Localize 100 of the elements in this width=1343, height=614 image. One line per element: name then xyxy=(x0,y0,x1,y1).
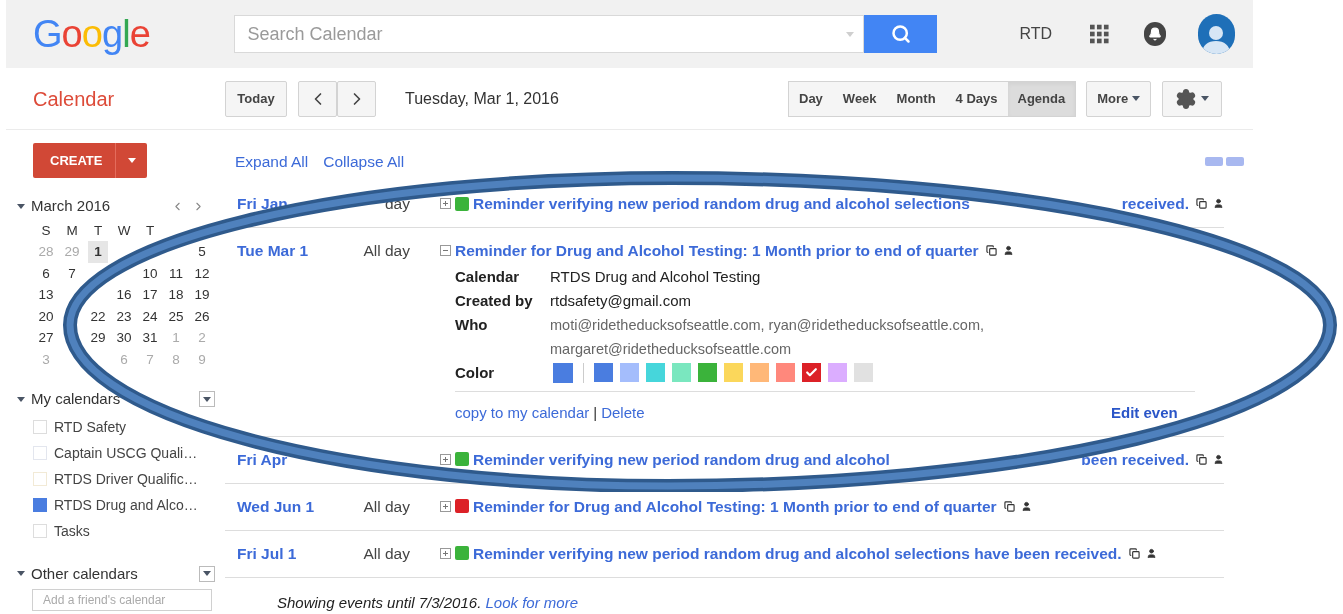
calendar-name[interactable]: Captain USCG Quali… xyxy=(54,442,198,464)
person-icon[interactable] xyxy=(1145,547,1157,559)
color-swatch[interactable] xyxy=(698,363,717,383)
color-swatch[interactable] xyxy=(672,363,691,383)
mini-calendar-day[interactable]: 19 xyxy=(194,284,210,306)
expand-icon[interactable] xyxy=(440,198,451,210)
person-icon[interactable] xyxy=(1002,245,1014,257)
expand-icon[interactable] xyxy=(440,500,451,512)
more-button[interactable]: More xyxy=(1086,80,1152,117)
calendar-name[interactable]: RTDS Driver Qualific… xyxy=(54,468,198,490)
mini-calendar-day[interactable]: 10 xyxy=(142,262,158,284)
event-date[interactable]: Fri Jul 1 xyxy=(237,544,297,562)
mini-calendar-day[interactable]: 30 xyxy=(116,327,132,349)
mini-calendar-day[interactable]: 23 xyxy=(116,305,132,327)
view-tab[interactable]: Day xyxy=(788,80,833,117)
mini-calendar-day[interactable]: 17 xyxy=(142,284,158,306)
apps-grid-icon[interactable] xyxy=(1090,24,1109,44)
link-separator: | xyxy=(593,403,598,423)
mini-calendar-day[interactable]: 12 xyxy=(194,262,210,284)
person-icon[interactable] xyxy=(1020,500,1032,512)
mini-calendar-day[interactable]: 25 xyxy=(168,305,184,327)
search-button[interactable] xyxy=(864,15,938,53)
event-title[interactable]: been received. xyxy=(1081,447,1189,471)
mini-calendar-day[interactable]: 27 xyxy=(38,327,54,349)
event-date[interactable]: Tue Mar 1 xyxy=(237,242,309,260)
collapse-icon[interactable] xyxy=(440,245,451,257)
color-swatch[interactable] xyxy=(646,363,665,383)
mini-calendar-day[interactable]: 26 xyxy=(194,305,210,327)
view-tab[interactable]: Agenda xyxy=(1007,80,1077,117)
options-button[interactable] xyxy=(199,565,215,582)
copy-icon[interactable] xyxy=(1003,500,1015,512)
section-title[interactable]: Other calendars xyxy=(31,562,199,585)
mini-calendar-day[interactable]: 24 xyxy=(142,305,158,327)
settings-icon xyxy=(1175,87,1198,110)
copy-icon[interactable] xyxy=(1196,198,1207,210)
mini-calendar-day[interactable]: 5 xyxy=(198,241,206,263)
expand-toggle-icon[interactable] xyxy=(1226,157,1244,167)
mini-calendar-day[interactable]: 18 xyxy=(168,284,184,306)
color-swatch[interactable] xyxy=(620,363,639,383)
mini-calendar-day[interactable]: 16 xyxy=(116,284,132,306)
calendar-name[interactable]: RTD Safety xyxy=(54,416,127,438)
options-button[interactable] xyxy=(199,391,215,408)
calendar-name[interactable]: Tasks xyxy=(54,520,90,542)
settings-button[interactable] xyxy=(1162,80,1223,117)
app-title: Calendar xyxy=(33,86,116,112)
weekday-label: T xyxy=(93,221,103,240)
search-field[interactable]: Search Calendar xyxy=(234,15,865,53)
collapse-all-link[interactable]: Collapse All xyxy=(323,150,405,174)
person-icon[interactable] xyxy=(1213,198,1224,210)
mini-calendar-day[interactable]: 20 xyxy=(38,305,54,327)
copy-icon[interactable] xyxy=(985,245,997,257)
notifications-button[interactable] xyxy=(1143,22,1166,46)
color-swatch[interactable] xyxy=(553,362,573,383)
mini-calendar-day[interactable]: 22 xyxy=(90,305,106,327)
calendar-name[interactable]: RTDS Drug and Alco… xyxy=(54,494,198,516)
avatar[interactable] xyxy=(1197,14,1235,54)
mini-calendar-day[interactable]: 7 xyxy=(68,262,76,284)
expand-all-link[interactable]: Expand All xyxy=(235,150,309,174)
color-swatch[interactable] xyxy=(828,363,847,383)
color-swatch[interactable] xyxy=(802,363,821,383)
add-calendar-field[interactable]: Add a friend's calendar xyxy=(32,589,212,611)
copy-icon[interactable] xyxy=(1196,453,1207,465)
color-swatch[interactable] xyxy=(750,363,769,383)
event-date[interactable]: Fri Apr xyxy=(237,450,288,468)
mini-calendar-day[interactable]: 6 xyxy=(42,262,50,284)
event-title[interactable]: Reminder verifying new period random drug and alcohol selections xyxy=(473,192,970,216)
copy-icon[interactable] xyxy=(1128,547,1140,559)
mini-calendar-day[interactable]: 29 xyxy=(90,327,106,349)
color-swatch[interactable] xyxy=(776,363,795,383)
person-icon[interactable] xyxy=(1213,453,1224,465)
collapse-toggle-icon[interactable] xyxy=(1205,157,1223,167)
view-tab[interactable]: Month xyxy=(886,80,946,117)
look-for-more-link[interactable]: Look for more xyxy=(485,593,579,611)
view-tab[interactable]: Week xyxy=(832,80,887,117)
mini-calendar-day[interactable]: 13 xyxy=(38,284,54,306)
event-title[interactable]: Reminder verifying new period random drug and alcohol xyxy=(473,447,890,471)
color-swatch[interactable] xyxy=(724,363,743,383)
mini-calendar-title[interactable]: March 2016 xyxy=(31,195,171,218)
delete-link[interactable]: Delete xyxy=(601,402,645,425)
event-date[interactable]: Wed Jun 1 xyxy=(237,497,315,515)
event-title[interactable]: Reminder for Drug and Alcohol Testing: 1 Month prior to end of quarter xyxy=(455,239,979,263)
event-title[interactable]: received. xyxy=(1121,192,1189,216)
account-name[interactable]: RTD xyxy=(1019,22,1053,46)
event-title[interactable]: Reminder verifying new period random drug and alcohol selections have been received. xyxy=(473,541,1122,565)
calendar-checkbox[interactable] xyxy=(33,498,47,512)
today-button[interactable]: Today xyxy=(225,80,287,117)
create-button[interactable]: CREATE xyxy=(33,143,147,178)
section-title[interactable]: My calendars xyxy=(31,388,199,411)
color-swatch[interactable] xyxy=(594,363,613,383)
event-title[interactable]: Reminder for Drug and Alcohol Testing: 1 Month prior to end of quarter xyxy=(473,494,997,518)
event-time: All day xyxy=(362,241,410,262)
mini-calendar-day[interactable]: 31 xyxy=(142,327,158,349)
copy-to-calendar-link[interactable]: copy to my calendar xyxy=(455,402,590,425)
mini-calendar-day[interactable]: 1 xyxy=(88,241,108,263)
color-swatch[interactable] xyxy=(854,363,873,383)
mini-calendar-day[interactable]: 11 xyxy=(169,262,183,284)
expand-icon[interactable] xyxy=(440,453,451,465)
view-tab[interactable]: 4 Days xyxy=(945,80,1008,117)
edit-event-link[interactable]: Edit even xyxy=(1111,402,1195,425)
expand-icon[interactable] xyxy=(440,547,451,559)
